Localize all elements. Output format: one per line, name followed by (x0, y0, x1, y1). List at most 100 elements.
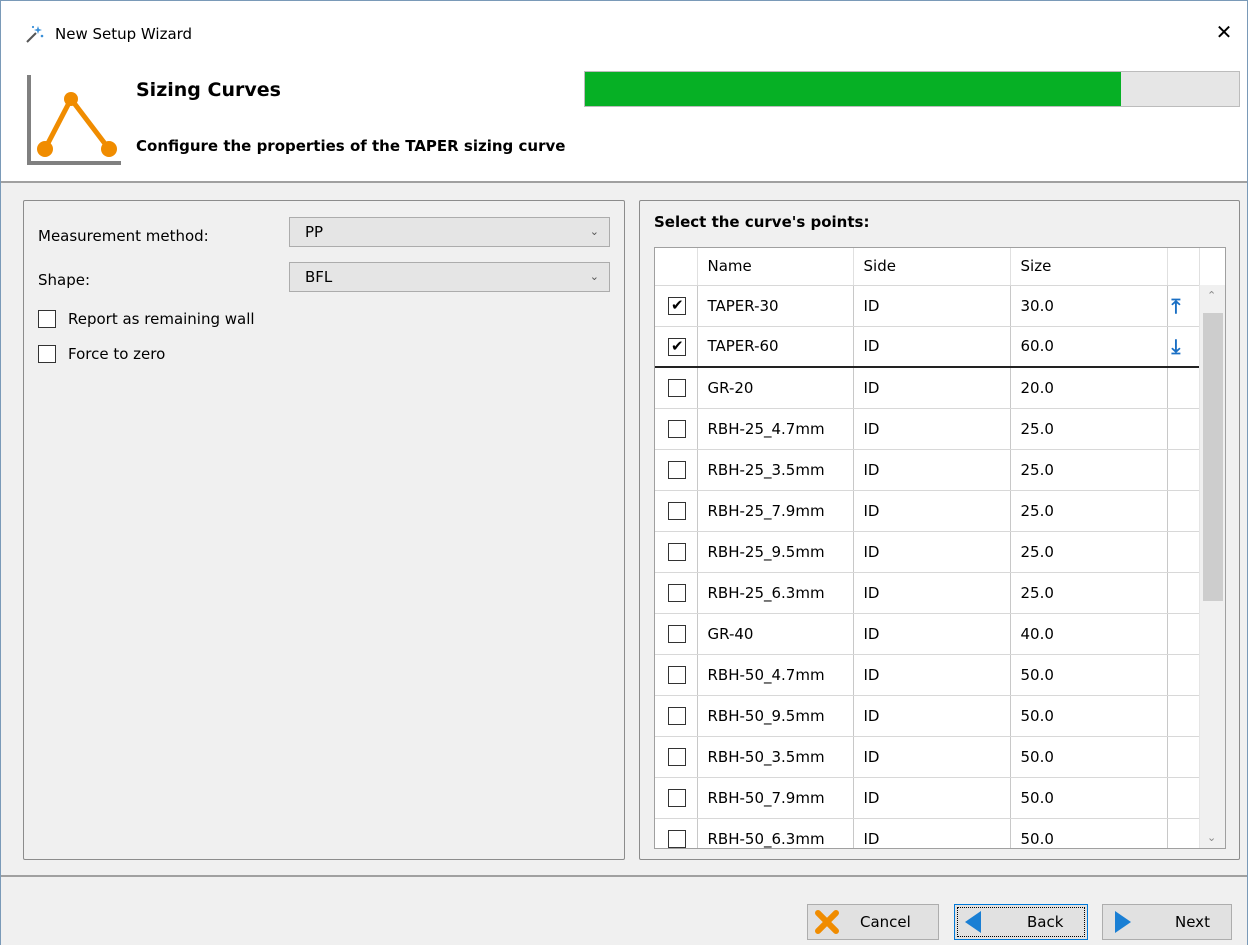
cell-size: 50.0 (1010, 736, 1168, 778)
report-remaining-wall-checkbox[interactable] (38, 310, 56, 328)
scroll-down-icon[interactable]: ⌄ (1207, 831, 1216, 844)
row-move-cell (1167, 613, 1199, 655)
table-row[interactable]: RBH-50_3.5mm ID 50.0 (655, 736, 1199, 778)
cell-name: RBH-50_7.9mm (697, 777, 854, 819)
cell-name: RBH-50_6.3mm (697, 818, 854, 848)
shape-select[interactable]: BFL ⌄ (289, 262, 610, 292)
grid-header-row: Name Side Size (655, 248, 1200, 286)
cell-size: 25.0 (1010, 449, 1168, 491)
row-checkbox[interactable] (668, 419, 686, 438)
progress-fill (585, 72, 1122, 106)
row-checkbox[interactable] (668, 337, 686, 356)
cancel-x-icon (815, 910, 839, 934)
cell-size: 50.0 (1010, 777, 1168, 819)
row-check-cell (655, 449, 698, 491)
row-move-cell (1167, 777, 1199, 819)
row-checkbox[interactable] (668, 379, 686, 397)
cell-side: ID (853, 654, 1011, 696)
cell-side: ID (853, 531, 1011, 573)
next-button[interactable]: Next (1102, 904, 1232, 940)
cell-name: TAPER-30 (697, 285, 854, 327)
row-checkbox[interactable] (668, 583, 686, 602)
table-row[interactable]: TAPER-30ID30.0⤒ (655, 285, 1199, 327)
table-row[interactable]: GR-20 ID 20.0 (655, 367, 1199, 409)
wizard-progress-bar (584, 71, 1240, 107)
column-header-move (1167, 248, 1200, 286)
row-checkbox[interactable] (668, 747, 686, 766)
row-checkbox[interactable] (668, 460, 686, 479)
cell-name: RBH-25_7.9mm (697, 490, 854, 532)
row-check-cell (655, 818, 698, 848)
grid-vertical-scrollbar[interactable]: ⌃ ⌄ (1199, 285, 1225, 848)
cell-side: ID (853, 777, 1011, 819)
table-row[interactable]: RBH-50_6.3mm ID 50.0 (655, 818, 1199, 848)
wizard-footer: Cancel Back Next (1, 875, 1247, 945)
table-row[interactable]: RBH-25_9.5mm ID 25.0 (655, 531, 1199, 573)
table-row[interactable]: RBH-50_4.7mm ID 50.0 (655, 654, 1199, 696)
table-row[interactable]: RBH-50_7.9mm ID 50.0 (655, 777, 1199, 819)
magic-wand-icon (26, 25, 44, 43)
report-remaining-wall-option[interactable]: Report as remaining wall (38, 310, 255, 328)
row-move-cell (1167, 367, 1199, 409)
row-check-cell (655, 654, 698, 696)
scroll-up-icon[interactable]: ⌃ (1207, 289, 1216, 302)
curve-properties-panel: Measurement method: PP ⌄ Shape: BFL ⌄ Re… (23, 200, 625, 860)
cell-side: ID (853, 490, 1011, 532)
cell-name: GR-40 (697, 613, 854, 655)
cell-name: TAPER-60 (697, 326, 854, 368)
row-move-cell (1167, 736, 1199, 778)
table-row[interactable]: RBH-25_6.3mm ID 25.0 (655, 572, 1199, 614)
column-header-check (655, 248, 698, 286)
row-move-cell (1167, 695, 1199, 737)
cell-side: ID (853, 408, 1011, 450)
cell-side: ID (853, 449, 1011, 491)
row-check-cell (655, 777, 698, 819)
force-to-zero-checkbox[interactable] (38, 345, 56, 363)
title-bar: New Setup Wizard ✕ (1, 1, 1247, 65)
close-button[interactable]: ✕ (1211, 19, 1237, 45)
chevron-down-icon: ⌄ (589, 270, 599, 283)
force-to-zero-option[interactable]: Force to zero (38, 345, 165, 363)
measurement-method-select[interactable]: PP ⌄ (289, 217, 610, 247)
cell-size: 50.0 (1010, 654, 1168, 696)
row-checkbox[interactable] (668, 706, 686, 725)
back-arrow-icon (965, 911, 981, 933)
back-button[interactable]: Back (954, 904, 1088, 940)
sizing-curve-icon (27, 75, 121, 165)
column-header-side[interactable]: Side (853, 248, 1011, 286)
cell-name: GR-20 (697, 367, 854, 409)
report-remaining-wall-label: Report as remaining wall (68, 310, 255, 328)
cell-size: 25.0 (1010, 531, 1168, 573)
column-header-name[interactable]: Name (697, 248, 854, 286)
move-down-icon[interactable]: ⤓ (1167, 326, 1199, 368)
row-checkbox[interactable] (668, 665, 686, 684)
cell-size: 60.0 (1010, 326, 1168, 368)
row-checkbox[interactable] (668, 296, 686, 315)
table-row[interactable]: RBH-25_3.5mm ID 25.0 (655, 449, 1199, 491)
row-check-cell (655, 367, 698, 409)
cell-size: 30.0 (1010, 285, 1168, 327)
table-row[interactable]: TAPER-60ID60.0⤓ (655, 326, 1199, 368)
table-row[interactable]: RBH-25_7.9mm ID 25.0 (655, 490, 1199, 532)
measurement-method-value: PP (305, 223, 324, 241)
table-row[interactable]: RBH-25_4.7mm ID 25.0 (655, 408, 1199, 450)
scrollbar-thumb[interactable] (1203, 313, 1223, 601)
cell-name: RBH-25_3.5mm (697, 449, 854, 491)
row-checkbox[interactable] (668, 788, 686, 807)
row-checkbox[interactable] (668, 624, 686, 643)
column-header-size[interactable]: Size (1010, 248, 1168, 286)
cell-name: RBH-50_3.5mm (697, 736, 854, 778)
row-checkbox[interactable] (668, 829, 686, 848)
row-checkbox[interactable] (668, 501, 686, 520)
cell-name: RBH-50_9.5mm (697, 695, 854, 737)
row-move-cell (1167, 654, 1199, 696)
cancel-button[interactable]: Cancel (807, 904, 939, 940)
shape-label: Shape: (38, 271, 91, 289)
cell-size: 40.0 (1010, 613, 1168, 655)
table-row[interactable]: RBH-50_9.5mm ID 50.0 (655, 695, 1199, 737)
row-check-cell (655, 695, 698, 737)
move-up-icon[interactable]: ⤒ (1167, 285, 1199, 327)
cell-name: RBH-25_6.3mm (697, 572, 854, 614)
row-checkbox[interactable] (668, 542, 686, 561)
table-row[interactable]: GR-40 ID 40.0 (655, 613, 1199, 655)
